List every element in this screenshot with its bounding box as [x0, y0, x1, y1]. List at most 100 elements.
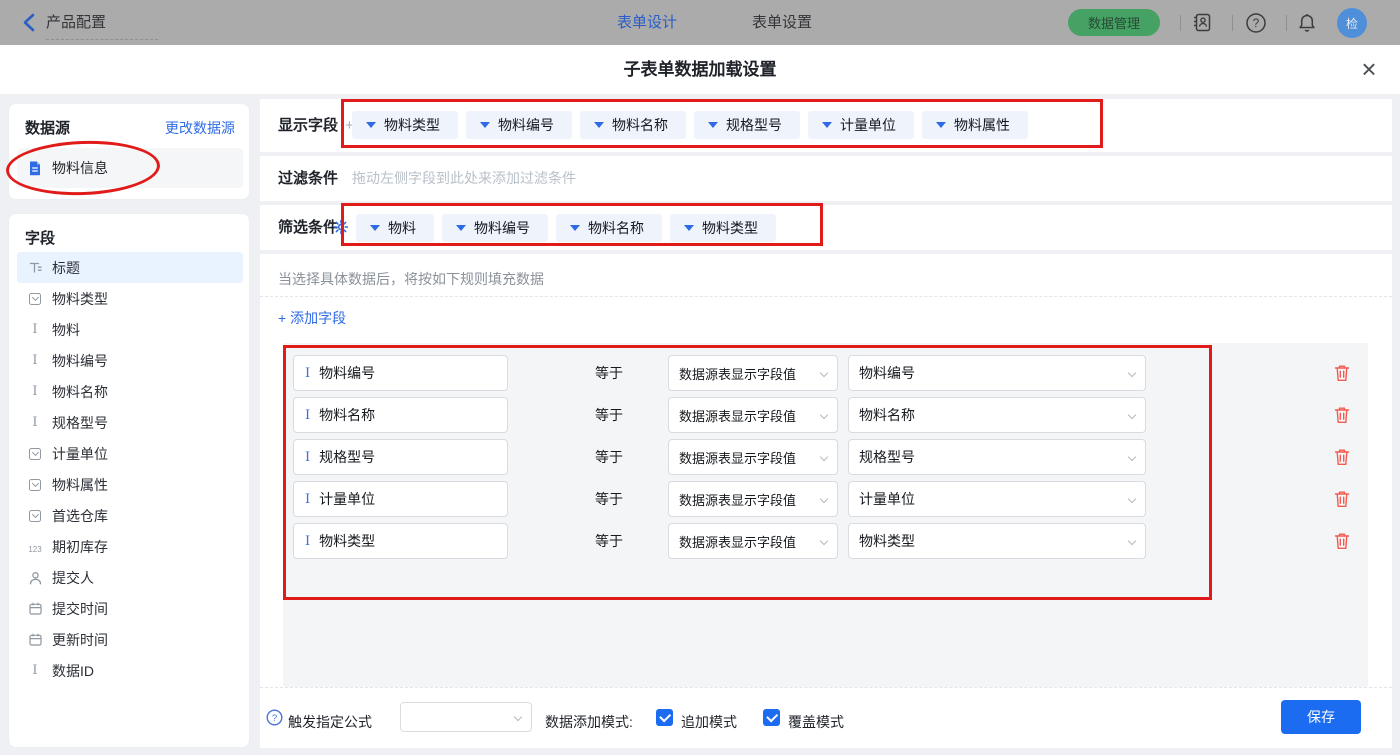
select-icon: [26, 478, 44, 491]
field-item[interactable]: 首选仓库: [17, 500, 243, 531]
append-mode-checkbox[interactable]: [656, 709, 673, 726]
rule-target-select[interactable]: 计量单位: [848, 481, 1146, 517]
field-item[interactable]: 提交时间: [17, 593, 243, 624]
user-avatar[interactable]: 检: [1337, 8, 1367, 38]
rule-operator: 等于: [595, 491, 623, 507]
rule-row: I 规格型号 等于 数据源表显示字段值 规格型号: [283, 439, 1368, 475]
field-item[interactable]: 物料: [17, 314, 243, 345]
rule-source-select[interactable]: 数据源表显示字段值: [668, 523, 838, 559]
screening-field-tag[interactable]: 物料: [356, 214, 434, 242]
field-item[interactable]: 物料名称: [17, 376, 243, 407]
caret-down-icon: [936, 122, 946, 128]
calendar-icon: [26, 633, 44, 646]
datasource-item[interactable]: 物料信息: [17, 148, 243, 188]
rule-target-value: 物料名称: [859, 407, 915, 423]
datasource-panel: 数据源 更改数据源 物料信息: [8, 103, 250, 200]
field-item[interactable]: 提交人: [17, 562, 243, 593]
rule-source-select[interactable]: 数据源表显示字段值: [668, 481, 838, 517]
rule-field-label: 计量单位: [319, 491, 376, 507]
field-item-label: 提交人: [52, 569, 94, 586]
add-field-link[interactable]: + 添加字段: [278, 308, 346, 328]
text-icon: [26, 353, 44, 368]
modal-title: 子表单数据加载设置: [623, 60, 777, 79]
display-field-tag[interactable]: 物料编号: [466, 111, 572, 139]
field-item[interactable]: 期初库存: [17, 531, 243, 562]
field-item[interactable]: 物料属性: [17, 469, 243, 500]
rule-row: I 物料类型 等于 数据源表显示字段值 物料类型: [283, 523, 1368, 559]
text-field-icon: I: [305, 407, 311, 423]
rule-target-select[interactable]: 物料类型: [848, 523, 1146, 559]
filter-drop-placeholder[interactable]: 拖动左侧字段到此处来添加过滤条件: [352, 156, 576, 201]
chevron-down-icon: [819, 494, 829, 504]
field-item[interactable]: 计量单位: [17, 438, 243, 469]
chevron-down-icon: [1127, 410, 1137, 420]
caret-down-icon: [366, 122, 376, 128]
field-item-label: 计量单位: [52, 445, 108, 462]
tab-form-design[interactable]: 表单设计: [617, 0, 677, 45]
trash-icon[interactable]: [1334, 406, 1350, 424]
text-icon: [26, 415, 44, 430]
screening-field-tag[interactable]: 物料类型: [670, 214, 776, 242]
chevron-down-icon: [513, 712, 523, 722]
trash-icon[interactable]: [1334, 448, 1350, 466]
back-chevron-icon[interactable]: [22, 13, 36, 32]
screening-condition-section: 筛选条件 物料 物料编号 物料名称 物料类型: [260, 205, 1392, 250]
bell-icon[interactable]: [1296, 12, 1318, 34]
data-manage-button[interactable]: 数据管理: [1068, 9, 1160, 36]
help-icon[interactable]: ?: [1245, 12, 1267, 34]
rule-source-select[interactable]: 数据源表显示字段值: [668, 439, 838, 475]
rule-target-select[interactable]: 物料名称: [848, 397, 1146, 433]
rule-target-select[interactable]: 物料编号: [848, 355, 1146, 391]
top-bar: 产品配置 表单设计 表单设置 数据管理 ? 检: [0, 0, 1400, 45]
rule-field-input[interactable]: I 规格型号: [293, 439, 508, 475]
tag-label: 物料编号: [474, 220, 530, 236]
display-field-tag[interactable]: 计量单位: [808, 111, 914, 139]
display-field-tag[interactable]: 物料名称: [580, 111, 686, 139]
rules-panel: I 物料编号 等于 数据源表显示字段值 物料编号 I 物料名称 等于 数据源表显示字…: [283, 343, 1368, 687]
change-datasource-link[interactable]: 更改数据源: [165, 118, 235, 138]
display-field-tag[interactable]: 规格型号: [694, 111, 800, 139]
page: 产品配置 表单设计 表单设置 数据管理 ? 检 子表单数据加载设置 × 数据源 …: [0, 0, 1400, 755]
field-item[interactable]: 物料编号: [17, 345, 243, 376]
rule-source-value: 数据源表显示字段值: [679, 450, 797, 466]
address-book-icon[interactable]: [1192, 12, 1213, 33]
overwrite-mode-checkbox[interactable]: [763, 709, 780, 726]
caret-down-icon: [684, 225, 694, 231]
trash-icon[interactable]: [1334, 532, 1350, 550]
field-item[interactable]: 规格型号: [17, 407, 243, 438]
field-item[interactable]: 更新时间: [17, 624, 243, 655]
screening-field-tag[interactable]: 物料名称: [556, 214, 662, 242]
rule-field-input[interactable]: I 物料编号: [293, 355, 508, 391]
fields-title: 字段: [25, 230, 56, 247]
field-item[interactable]: 数据ID: [17, 655, 243, 686]
formula-select[interactable]: [400, 702, 532, 732]
field-item-label: 首选仓库: [52, 507, 108, 524]
gear-icon[interactable]: [334, 220, 348, 234]
tab-form-settings[interactable]: 表单设置: [752, 0, 812, 45]
chevron-down-icon: [1127, 452, 1137, 462]
rule-field-input[interactable]: I 计量单位: [293, 481, 508, 517]
field-item-label: 提交时间: [52, 600, 108, 617]
rule-target-select[interactable]: 规格型号: [848, 439, 1146, 475]
field-item-title[interactable]: 标题: [17, 252, 243, 283]
rule-field-input[interactable]: I 物料类型: [293, 523, 508, 559]
close-icon[interactable]: ×: [1352, 52, 1386, 86]
field-item-label: 更新时间: [52, 631, 108, 648]
help-circle-icon[interactable]: ?: [266, 709, 283, 726]
rule-source-select[interactable]: 数据源表显示字段值: [668, 355, 838, 391]
trash-icon[interactable]: [1334, 364, 1350, 382]
display-field-tag[interactable]: 物料属性: [922, 111, 1028, 139]
rule-operator: 等于: [595, 449, 623, 465]
field-item[interactable]: 物料类型: [17, 283, 243, 314]
rule-field-input[interactable]: I 物料名称: [293, 397, 508, 433]
screening-condition-label: 筛选条件: [278, 219, 339, 236]
tag-label: 物料编号: [498, 117, 554, 133]
tag-label: 物料: [388, 220, 416, 236]
screening-field-tag[interactable]: 物料编号: [442, 214, 548, 242]
field-item-label: 物料: [52, 321, 80, 338]
rule-source-select[interactable]: 数据源表显示字段值: [668, 397, 838, 433]
save-button[interactable]: 保存: [1281, 700, 1361, 734]
trash-icon[interactable]: [1334, 490, 1350, 508]
text-icon: [26, 663, 44, 678]
display-field-tag[interactable]: 物料类型: [352, 111, 458, 139]
